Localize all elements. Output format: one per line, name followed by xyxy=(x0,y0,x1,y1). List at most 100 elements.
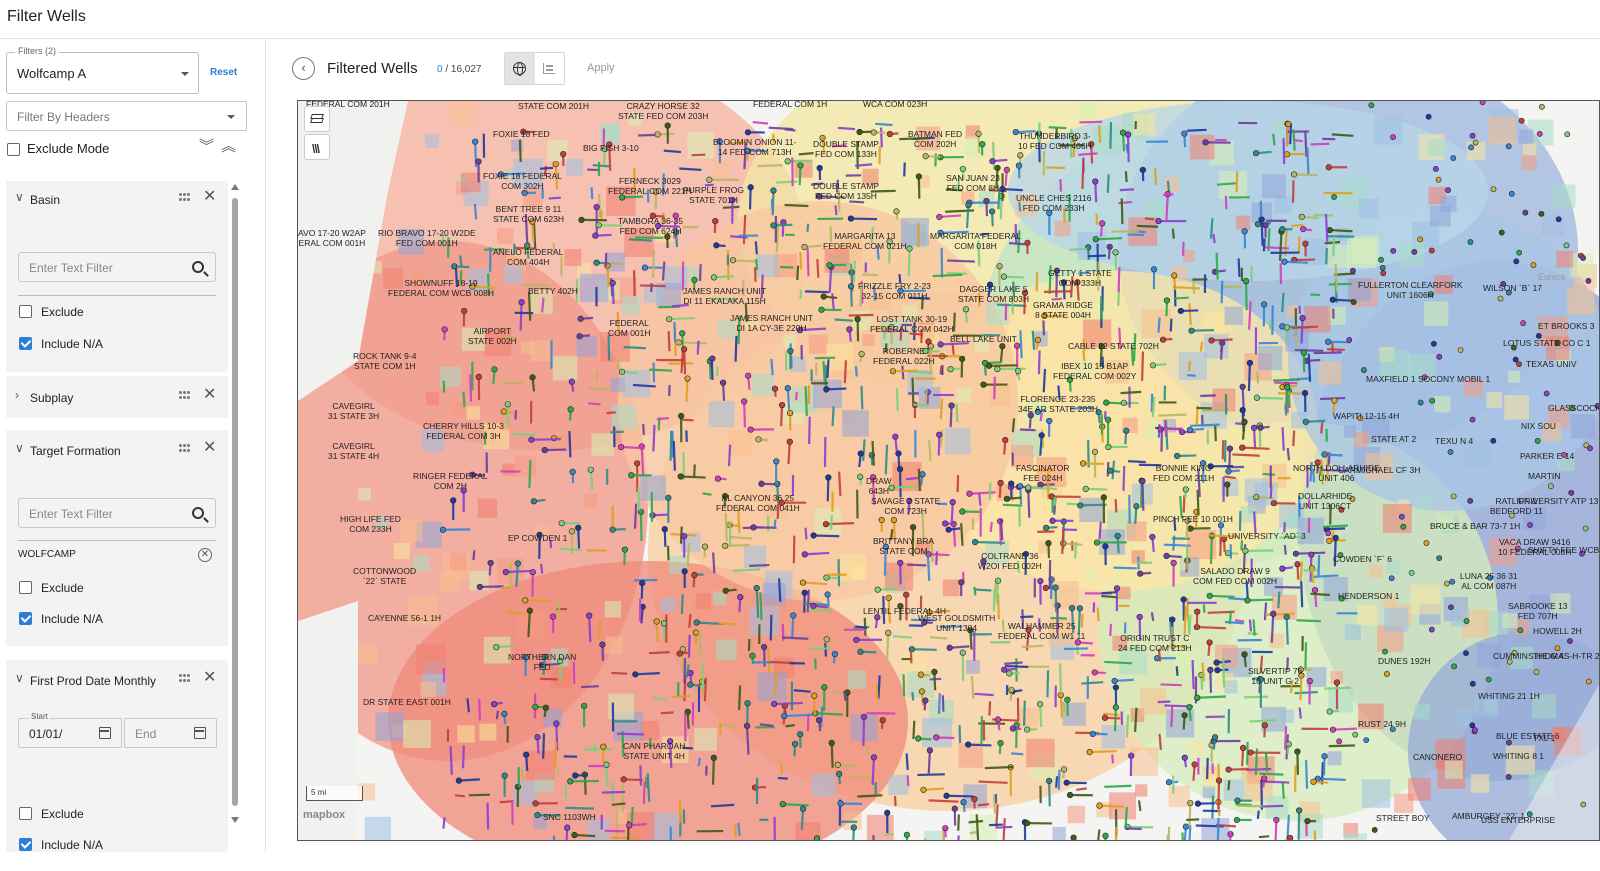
heat-cell xyxy=(518,611,546,639)
well-dot xyxy=(1251,425,1257,431)
calendar-icon[interactable] xyxy=(194,727,206,739)
well-dot xyxy=(751,525,757,531)
well-lateral xyxy=(821,706,822,727)
well-dot xyxy=(771,701,777,707)
basin-text-filter-input[interactable]: Enter Text Filter xyxy=(18,252,216,282)
well-label: FERNECK 3029 FEDERAL COM 221H xyxy=(608,176,692,196)
well-lateral xyxy=(1099,125,1100,143)
basin-include-na-checkbox[interactable] xyxy=(19,337,32,350)
close-icon[interactable]: ✕ xyxy=(203,387,216,403)
search-icon[interactable] xyxy=(192,507,204,519)
well-dot xyxy=(1581,802,1586,807)
scroll-up-arrow[interactable] xyxy=(231,184,239,190)
heat-cell xyxy=(478,499,497,518)
chevron-down-icon[interactable]: ∨ xyxy=(15,441,24,455)
well-lateral xyxy=(1192,330,1214,331)
target-formation-exclude-checkbox[interactable] xyxy=(19,581,32,594)
well-dot xyxy=(1114,586,1120,592)
map-view-button[interactable] xyxy=(505,53,535,84)
close-icon[interactable]: ✕ xyxy=(203,670,216,686)
first-prod-date-exclude-checkbox[interactable] xyxy=(19,807,32,820)
drag-handle-icon[interactable] xyxy=(179,444,191,453)
well-lateral xyxy=(1242,448,1269,449)
well-lateral xyxy=(1221,340,1222,360)
heat-cell xyxy=(1556,251,1573,268)
well-dot xyxy=(1284,325,1290,331)
drag-handle-icon[interactable] xyxy=(179,391,191,400)
wells-map[interactable]: FEDERAL COM 201HSTATE COM 201HCRAZY HORS… xyxy=(297,100,1600,841)
clear-tag-icon[interactable]: ✕ xyxy=(198,548,212,562)
start-date-input[interactable]: Start 01/01/ xyxy=(18,718,122,748)
well-lateral xyxy=(731,537,752,538)
well-lateral xyxy=(684,349,685,374)
draw-lines-button[interactable]: \\\ xyxy=(304,134,330,160)
well-lateral xyxy=(977,814,978,840)
apply-button[interactable]: Apply xyxy=(587,62,615,74)
well-dot xyxy=(802,552,808,558)
heat-cell xyxy=(1019,708,1039,728)
well-lateral xyxy=(831,515,832,530)
well-lateral xyxy=(581,686,599,687)
chevron-down-icon[interactable]: ∨ xyxy=(15,190,24,204)
well-label: AIRPORT STATE 002H xyxy=(468,326,517,346)
well-lateral xyxy=(800,252,801,269)
well-lateral xyxy=(771,615,772,641)
target-formation-panel-header[interactable]: ∨ Target Formation ✕ xyxy=(6,432,228,468)
filter-sidebar: Filters (2) Wolfcamp A Reset Filter By H… xyxy=(0,40,266,852)
well-lateral xyxy=(913,404,930,405)
well-lateral xyxy=(913,721,914,739)
subplay-panel-header[interactable]: › Subplay ✕ xyxy=(6,379,228,415)
back-button[interactable]: ‹ xyxy=(292,57,315,80)
target-formation-text-filter-input[interactable]: Enter Text Filter xyxy=(18,498,216,528)
basin-panel-header[interactable]: ∨ Basin ✕ xyxy=(6,181,228,217)
well-dot xyxy=(1527,522,1532,527)
well-lateral xyxy=(669,385,670,396)
expand-all-icon[interactable]: ︾ xyxy=(199,139,214,154)
well-lateral xyxy=(1292,327,1318,328)
well-dot xyxy=(772,386,778,392)
filters-select[interactable]: Filters (2) Wolfcamp A xyxy=(6,52,199,94)
well-lateral xyxy=(788,388,789,410)
well-lateral xyxy=(521,302,522,330)
well-lateral xyxy=(958,835,959,841)
layers-button[interactable] xyxy=(304,106,330,132)
sidebar-scrollbar[interactable] xyxy=(230,181,240,871)
collapse-all-icon[interactable]: ︽ xyxy=(221,139,236,154)
end-date-input[interactable]: End xyxy=(124,718,217,748)
well-dot xyxy=(564,825,570,831)
well-lateral xyxy=(661,712,674,713)
heat-cell xyxy=(1522,155,1537,170)
chevron-right-icon[interactable]: › xyxy=(15,388,19,402)
first-prod-date-panel-header[interactable]: ∨ First Prod Date Monthly ✕ xyxy=(6,662,228,698)
well-label: TEXU N 4 xyxy=(1435,436,1473,446)
scroll-down-arrow[interactable] xyxy=(231,817,239,823)
well-dot xyxy=(875,587,881,593)
well-lateral xyxy=(1288,815,1289,838)
well-lateral xyxy=(805,528,806,540)
well-dot xyxy=(811,533,817,539)
well-lateral xyxy=(768,649,769,673)
filter-by-headers-select[interactable]: Filter By Headers xyxy=(6,101,247,131)
search-icon[interactable] xyxy=(192,261,204,273)
drag-handle-icon[interactable] xyxy=(179,193,191,202)
close-icon[interactable]: ✕ xyxy=(203,440,216,456)
close-icon[interactable]: ✕ xyxy=(203,189,216,205)
heat-cell xyxy=(606,253,625,272)
well-dot xyxy=(1050,518,1056,524)
reset-button[interactable]: Reset xyxy=(210,67,237,78)
well-lateral xyxy=(1218,818,1219,841)
calendar-icon[interactable] xyxy=(99,727,111,739)
well-dot xyxy=(681,346,687,352)
chevron-down-icon[interactable]: ∨ xyxy=(15,671,24,685)
drag-handle-icon[interactable] xyxy=(179,674,191,683)
well-dot xyxy=(570,469,576,475)
scrollbar-thumb[interactable] xyxy=(232,198,238,806)
first-prod-date-include-na-checkbox[interactable] xyxy=(19,838,32,851)
target-formation-include-na-checkbox[interactable] xyxy=(19,612,32,625)
well-lateral xyxy=(944,830,945,841)
exclude-mode-checkbox[interactable] xyxy=(7,143,20,156)
chart-icon xyxy=(543,63,555,74)
list-view-button[interactable] xyxy=(535,53,565,84)
well-lateral xyxy=(1078,153,1097,154)
basin-exclude-checkbox[interactable] xyxy=(19,305,32,318)
